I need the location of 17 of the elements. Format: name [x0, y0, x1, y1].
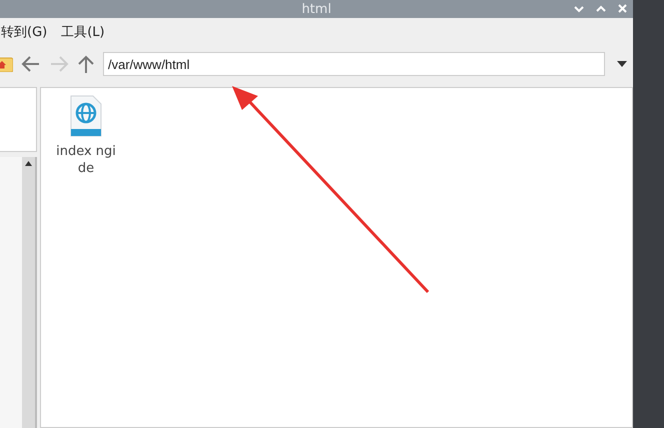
- up-arrow-icon[interactable]: [77, 54, 95, 74]
- scrollbar[interactable]: [22, 157, 37, 428]
- close-icon[interactable]: [618, 4, 627, 13]
- menu-item[interactable]: 工具(L): [61, 23, 105, 41]
- places-panel: [0, 87, 37, 152]
- file-name[interactable]: de: [78, 160, 94, 177]
- dropdown-caret-icon[interactable]: [617, 61, 627, 67]
- web-file-icon[interactable]: [70, 95, 102, 137]
- window-title: html: [302, 2, 332, 16]
- back-arrow-icon[interactable]: [21, 55, 41, 73]
- maximize-icon[interactable]: [596, 4, 606, 12]
- path-field[interactable]: /var/www/html: [103, 52, 605, 76]
- scroll-up-icon[interactable]: [25, 161, 32, 166]
- file-name[interactable]: index ngi: [56, 143, 116, 160]
- menu-item[interactable]: 转到(G): [1, 23, 48, 41]
- minimize-icon[interactable]: [574, 4, 584, 12]
- forward-arrow-icon: [49, 55, 69, 73]
